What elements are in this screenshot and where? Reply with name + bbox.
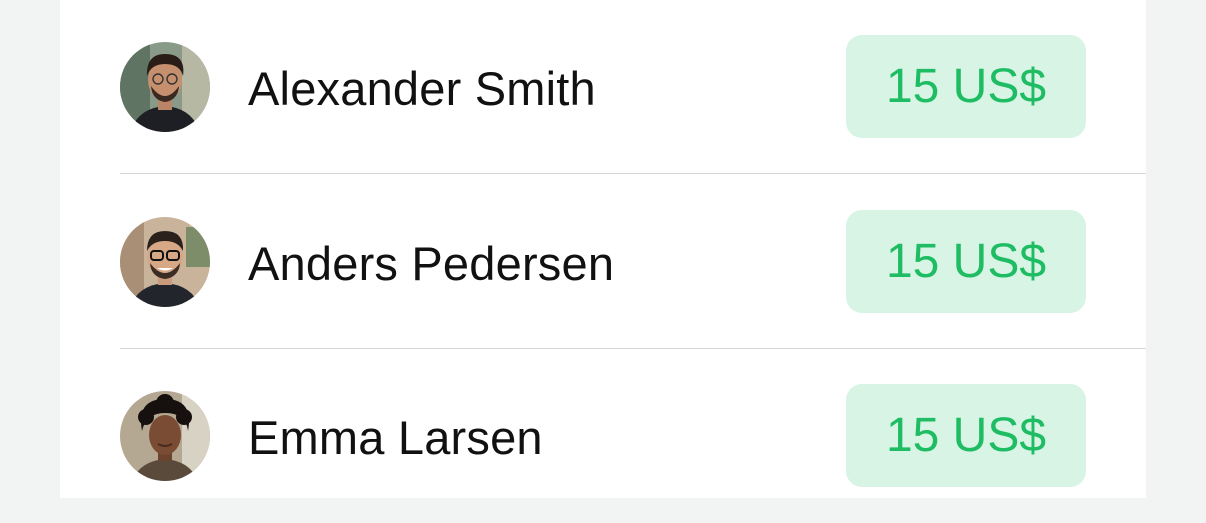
amount-badge: 15 US$ [846,35,1086,138]
avatar [120,391,210,481]
avatar [120,42,210,132]
contact-name: Alexander Smith [248,62,596,115]
avatar [120,217,210,307]
list-item[interactable]: Alexander Smith 15 US$ [60,0,1146,174]
amount-badge: 15 US$ [846,210,1086,313]
contact-name: Anders Pedersen [248,237,615,290]
contact-name: Emma Larsen [248,411,543,464]
contacts-list: Alexander Smith 15 US$ Anders Pedersen 1… [60,0,1146,498]
list-item[interactable]: Anders Pedersen 15 US$ [60,175,1146,349]
divider [120,173,1146,174]
amount-badge: 15 US$ [846,384,1086,487]
list-item[interactable]: Emma Larsen 15 US$ [60,349,1146,523]
